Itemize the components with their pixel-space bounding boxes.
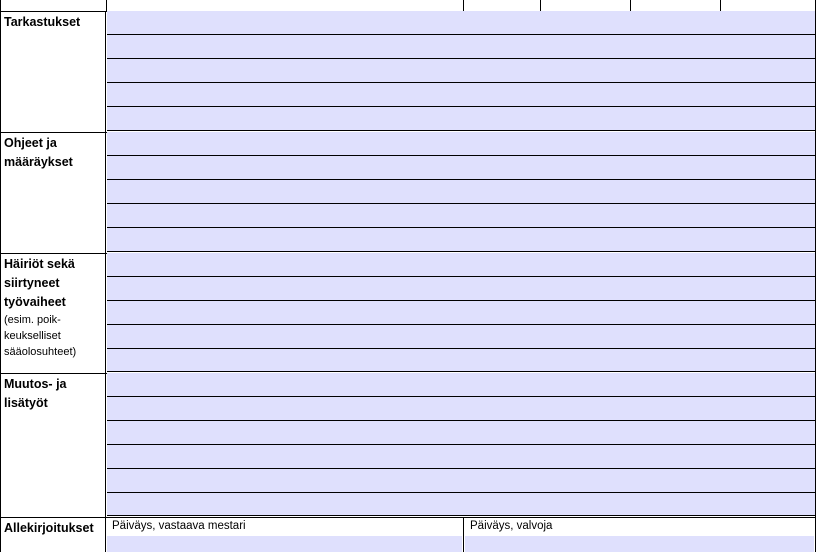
text-field[interactable] [107,349,815,372]
text-field[interactable] [107,180,815,204]
divider [106,0,107,11]
text-field[interactable] [107,445,815,469]
divider [815,11,816,132]
section-fields [106,253,816,373]
section-ohjeet: Ohjeet ja määräykset [0,132,816,254]
text-field[interactable] [107,59,815,83]
divider [815,0,816,11]
section-hairiot: Häiriöt sekä siirtyneet työvaiheet (esim… [0,253,816,374]
section-fields [106,132,816,253]
section-tarkastukset: Tarkastukset [0,11,816,133]
section-label: Häiriöt sekä siirtyneet työvaiheet [4,257,75,309]
section-label-cell: Tarkastukset [0,11,106,132]
signature-column-valvoja: Päiväys, valvoja [464,517,816,552]
text-field[interactable] [107,107,815,131]
text-field[interactable] [107,11,815,35]
text-field[interactable] [107,373,815,397]
signature-column-mestari: Päiväys, vastaava mestari [106,517,464,552]
divider [630,0,631,11]
section-fields [106,373,816,517]
text-field[interactable] [107,301,815,325]
form-page: Tarkastukset Ohjeet ja määräykset Häiriö… [0,0,820,552]
text-field[interactable] [107,228,815,252]
section-note: (esim. poik- keukselliset sääolosuhteet) [4,314,77,358]
text-field[interactable] [107,493,815,516]
text-field[interactable] [107,397,815,421]
text-field[interactable] [107,325,815,349]
signature-date-field[interactable] [107,536,462,552]
section-label-cell: Allekirjoitukset [0,517,106,552]
section-label-cell: Ohjeet ja määräykset [0,132,106,253]
section-label-cell: Muutos- ja lisätyöt [0,373,106,517]
divider [815,373,816,517]
signature-caption: Päiväys, valvoja [470,520,553,532]
text-field[interactable] [107,83,815,107]
text-field[interactable] [107,204,815,228]
section-label: Tarkastukset [4,15,81,29]
text-field[interactable] [107,35,815,59]
divider [540,0,541,11]
text-field[interactable] [107,132,815,156]
section-label-cell: Häiriöt sekä siirtyneet työvaiheet (esim… [0,253,106,373]
divider [815,132,816,253]
section-allekirjoitukset: Allekirjoitukset Päiväys, vastaava mesta… [0,517,816,552]
text-field[interactable] [107,469,815,493]
divider [815,253,816,373]
section-label: Allekirjoitukset [4,521,94,535]
signature-date-field[interactable] [465,536,814,552]
section-fields [106,11,816,132]
divider [0,0,1,11]
section-muutostyot: Muutos- ja lisätyöt [0,373,816,518]
divider [720,0,721,11]
text-field[interactable] [107,421,815,445]
divider [463,0,464,11]
text-field[interactable] [107,156,815,180]
section-label: Ohjeet ja määräykset [4,136,73,169]
text-field[interactable] [107,277,815,301]
text-field[interactable] [107,253,815,277]
signature-caption: Päiväys, vastaava mestari [112,520,246,532]
section-label: Muutos- ja lisätyöt [4,377,67,410]
